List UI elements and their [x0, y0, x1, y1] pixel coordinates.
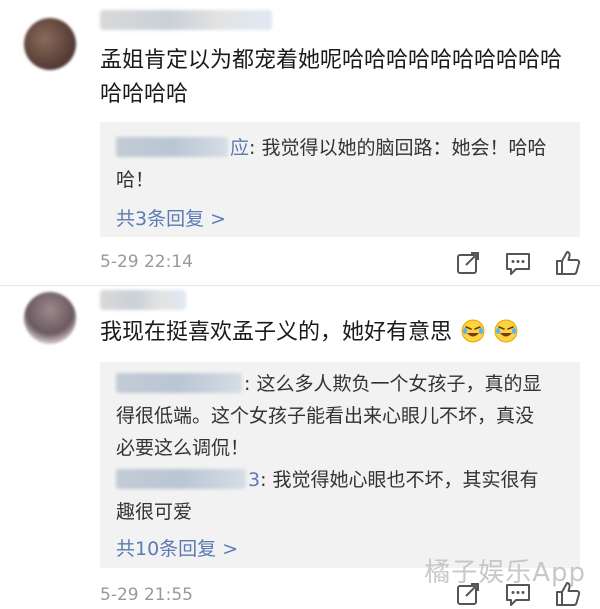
comment-text: 孟姐肯定以为都宠着她呢哈哈哈哈哈哈哈哈哈哈 哈哈哈哈	[100, 44, 585, 112]
comment-text-content: 我现在挺喜欢孟子义的，她好有意思	[100, 320, 453, 345]
share-icon[interactable]	[454, 249, 482, 277]
reply-text-line2: 得很低端。这个女孩子能看出来心眼儿不坏，真没	[116, 405, 535, 427]
reply-text-line2: 趣很可爱	[116, 501, 193, 523]
reply-text: : 我觉得以她的脑回路：她会！哈哈	[249, 137, 547, 159]
comment-text: 我现在挺喜欢孟子义的，她好有意思	[100, 316, 585, 350]
username-blurred[interactable]	[100, 290, 186, 310]
timestamp: 5-29 21:55	[100, 585, 193, 605]
reply-text-line2: 哈！	[116, 169, 155, 191]
avatar[interactable]	[24, 292, 76, 344]
comment-icon[interactable]	[504, 249, 532, 277]
comment-text-line1: 孟姐肯定以为都宠着她呢哈哈哈哈哈哈哈哈哈哈	[100, 48, 563, 73]
watermark: 橘子娱乐App	[424, 558, 586, 588]
timestamp: 5-29 22:14	[100, 252, 193, 272]
reply-item[interactable]: : 这么多人欺负一个女孩子，真的显	[116, 368, 566, 400]
comment-actions	[454, 249, 582, 277]
more-replies-link[interactable]: 共3条回复 >	[116, 204, 226, 231]
username-blurred[interactable]	[100, 10, 272, 30]
crying-laughing-emoji	[494, 319, 518, 343]
reply-item[interactable]: 3: 我觉得她心眼也不坏，其实很有	[116, 464, 566, 496]
reply-username-suffix[interactable]: 3	[248, 469, 260, 491]
divider	[0, 285, 600, 286]
reply-box: : 这么多人欺负一个女孩子，真的显 得很低端。这个女孩子能看出来心眼儿不坏，真没…	[100, 362, 580, 568]
avatar[interactable]	[24, 18, 76, 70]
reply-item[interactable]: 应: 我觉得以她的脑回路：她会！哈哈	[116, 132, 566, 164]
reply-username-blurred[interactable]	[116, 137, 228, 157]
like-icon[interactable]	[554, 249, 582, 277]
reply-username-blurred[interactable]	[116, 469, 246, 489]
comment-text-line2: 哈哈哈哈	[100, 82, 189, 107]
reply-username-suffix[interactable]: 应	[230, 137, 249, 159]
reply-box: 应: 我觉得以她的脑回路：她会！哈哈 哈！ 共3条回复 >	[100, 122, 580, 237]
more-replies-link[interactable]: 共10条回复 >	[116, 534, 238, 561]
reply-text: : 我觉得她心眼也不坏，其实很有	[260, 469, 539, 491]
crying-laughing-emoji	[461, 319, 485, 343]
reply-text: : 这么多人欺负一个女孩子，真的显	[244, 373, 542, 395]
reply-username-blurred[interactable]	[116, 373, 242, 393]
reply-text-line3: 必要这么调侃！	[116, 437, 250, 459]
